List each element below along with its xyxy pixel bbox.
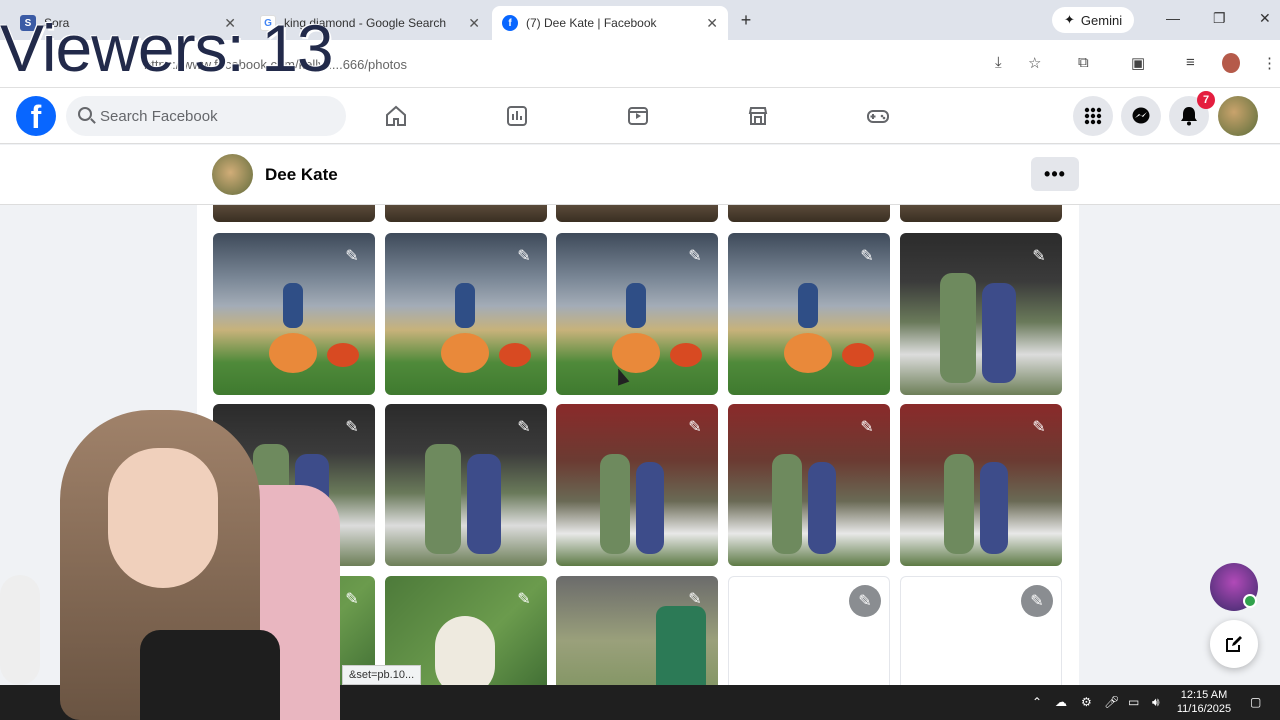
device-icon[interactable]: ⚙ (1081, 695, 1092, 709)
tab-title: (7) Dee Kate | Facebook (526, 16, 657, 30)
compose-icon (1226, 636, 1242, 652)
link-status-url: &set=pb.10... (342, 665, 422, 685)
photo-thumbnail[interactable]: ✎ (556, 233, 718, 395)
photo-thumbnail[interactable]: ✎ (385, 233, 547, 395)
streamer-shirt (140, 630, 280, 720)
facebook-logo[interactable]: f (16, 96, 56, 136)
photo-thumbnail[interactable]: ✎ (556, 404, 718, 566)
extensions-icon[interactable]: ⧉ (1078, 54, 1089, 71)
close-icon[interactable]: ✕ (468, 15, 480, 32)
tab-facebook[interactable]: f (7) Dee Kate | Facebook ✕ (492, 6, 728, 40)
microphone-icon[interactable]: 🎤︎ (1104, 695, 1119, 709)
viewers-overlay: Viewers: 13 (0, 11, 334, 85)
photo-placeholder[interactable]: ✎ (728, 576, 890, 685)
online-status-dot (1243, 594, 1257, 608)
media-icon[interactable]: ≡ (1186, 54, 1195, 71)
system-clock[interactable]: 12:15 AM 11/16/2025 (1172, 688, 1236, 716)
edit-pencil-icon[interactable]: ✎ (339, 243, 365, 269)
photo-thumbnail[interactable]: ✎ (728, 233, 890, 395)
browser-profile-avatar[interactable] (1222, 53, 1240, 73)
photo-thumbnail[interactable]: ✎ (900, 233, 1062, 395)
facebook-favicon-icon: f (502, 15, 518, 31)
search-input[interactable]: Search Facebook (66, 96, 346, 136)
edit-pencil-icon[interactable]: ✎ (682, 243, 708, 269)
photo-thumbnail[interactable]: ✎ (213, 233, 375, 395)
facebook-header: f Search Facebook (0, 88, 1280, 144)
chevron-up-icon[interactable]: ⌃ (1032, 695, 1042, 709)
new-tab-button[interactable]: + (736, 10, 756, 31)
photo-thumbnail[interactable] (728, 205, 890, 222)
webcam-overlay (0, 400, 350, 720)
edit-pencil-icon[interactable]: ✎ (1026, 243, 1052, 269)
plush-toy (0, 575, 40, 685)
marketplace-icon[interactable] (746, 104, 770, 128)
new-message-button[interactable] (1210, 620, 1258, 668)
close-icon[interactable]: ✕ (706, 15, 718, 32)
more-options-button[interactable]: ••• (1031, 157, 1079, 191)
search-icon (78, 107, 92, 121)
gemini-label: Gemini (1080, 12, 1123, 28)
photo-thumbnail[interactable] (213, 205, 375, 222)
bookmark-star-icon[interactable]: ☆ (1028, 54, 1041, 72)
photo-thumbnail[interactable]: ✎ (556, 576, 718, 685)
photo-thumbnail[interactable] (556, 205, 718, 222)
edit-pencil-icon[interactable]: ✎ (854, 414, 880, 440)
edit-pencil-icon[interactable]: ✎ (1021, 585, 1053, 617)
home-icon[interactable] (384, 104, 408, 128)
photo-thumbnail[interactable] (900, 205, 1062, 222)
video-icon[interactable] (626, 104, 650, 128)
photo-thumbnail[interactable] (385, 205, 547, 222)
photo-thumbnail[interactable]: ✎ (900, 404, 1062, 566)
menu-kebab-icon[interactable]: ⋮ (1262, 54, 1277, 72)
account-avatar[interactable] (1218, 96, 1258, 136)
edit-pencil-icon[interactable]: ✎ (682, 414, 708, 440)
gaming-icon[interactable] (866, 104, 890, 128)
profile-bar: Dee Kate ••• (0, 145, 1280, 205)
restore-icon[interactable]: ❐ (1213, 10, 1226, 27)
search-placeholder: Search Facebook (100, 107, 218, 125)
install-icon[interactable]: ⤓ (995, 54, 1002, 71)
lens-icon[interactable]: ▣ (1131, 54, 1145, 72)
streamer-face (108, 448, 218, 588)
profile-name[interactable]: Dee Kate (265, 165, 338, 185)
photo-thumbnail[interactable]: ✎ (728, 404, 890, 566)
feeds-icon[interactable] (505, 104, 529, 128)
edit-pencil-icon[interactable]: ✎ (854, 243, 880, 269)
edit-pencil-icon[interactable]: ✎ (1026, 414, 1052, 440)
network-icon[interactable]: ▭ (1128, 695, 1139, 709)
window-close-icon[interactable]: ✕ (1259, 10, 1271, 27)
edit-pencil-icon[interactable]: ✎ (511, 243, 537, 269)
volume-icon[interactable]: 🔊︎ (1152, 695, 1160, 710)
clock-date: 11/16/2025 (1176, 703, 1232, 715)
action-center-icon[interactable]: ▢ (1250, 695, 1261, 709)
edit-pencil-icon[interactable]: ✎ (849, 585, 881, 617)
edit-pencil-icon[interactable]: ✎ (682, 586, 708, 612)
menu-grid-icon[interactable] (1073, 96, 1113, 136)
clock-time: 12:15 AM (1180, 689, 1228, 701)
edit-pencil-icon[interactable]: ✎ (511, 414, 537, 440)
notification-badge: 7 (1197, 91, 1215, 109)
photo-placeholder[interactable]: ✎ (900, 576, 1062, 685)
messenger-icon[interactable] (1121, 96, 1161, 136)
gemini-star-icon: ✦ (1064, 12, 1075, 27)
minimize-icon[interactable]: — (1166, 10, 1180, 26)
photo-thumbnail[interactable]: ✎ (385, 404, 547, 566)
profile-avatar[interactable] (212, 154, 253, 195)
edit-pencil-icon[interactable]: ✎ (511, 586, 537, 612)
gemini-button[interactable]: ✦ Gemini (1052, 7, 1135, 33)
cloud-icon[interactable]: ☁ (1055, 695, 1067, 709)
